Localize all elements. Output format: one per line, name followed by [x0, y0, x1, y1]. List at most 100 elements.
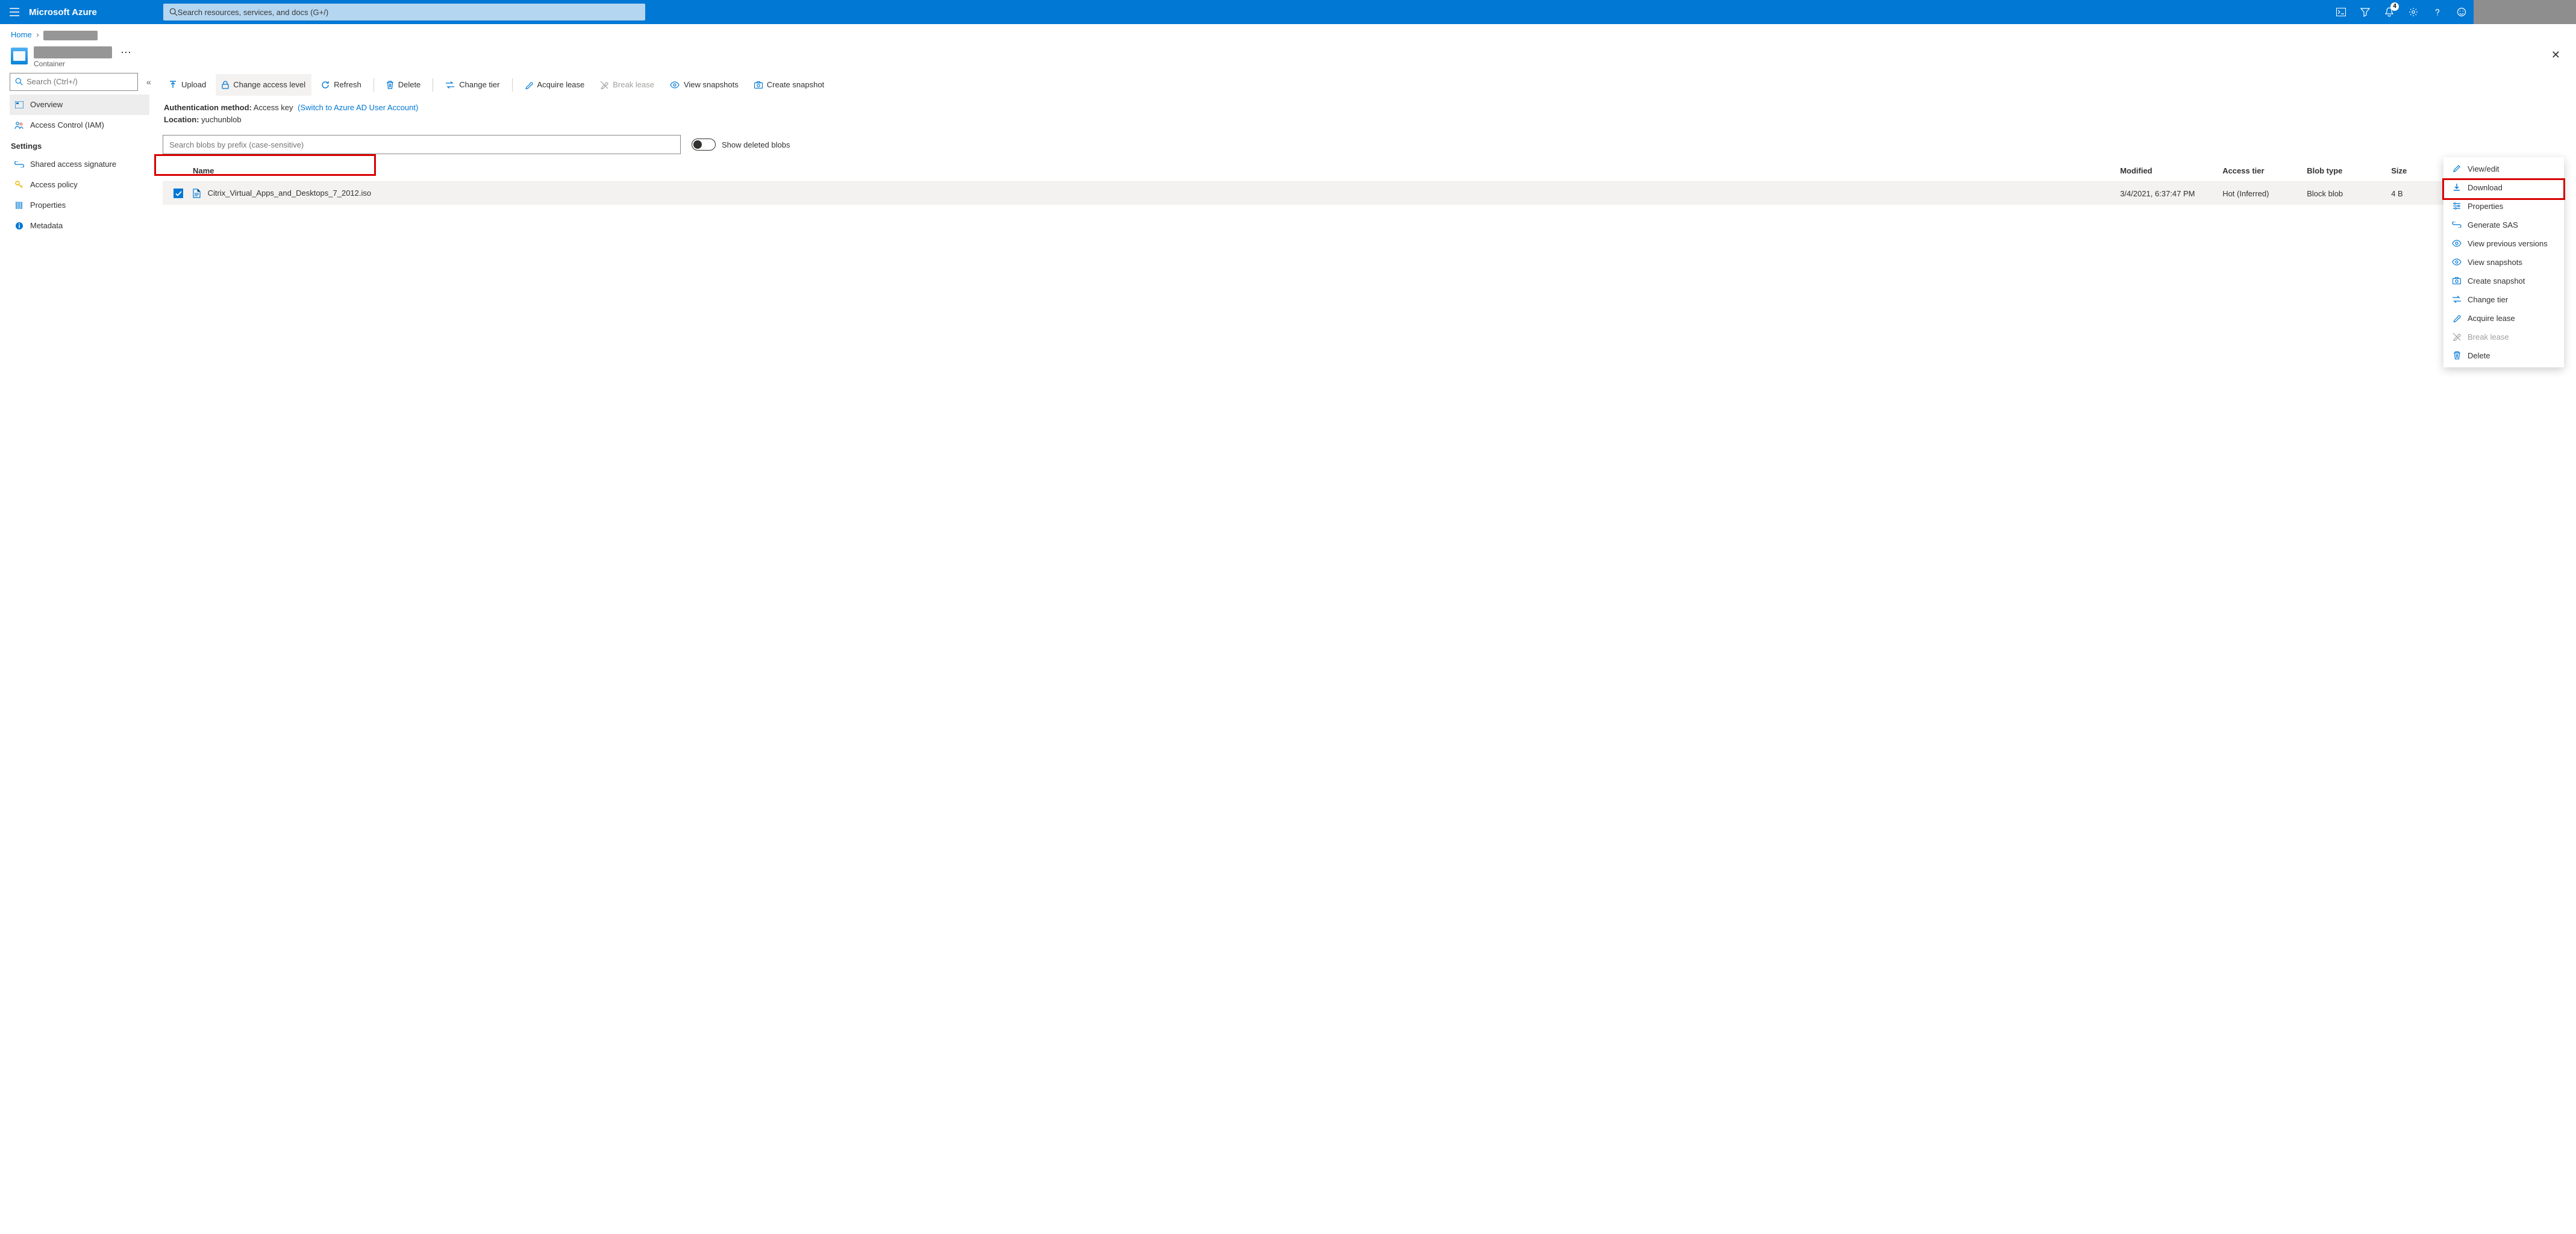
link-icon	[2452, 222, 2462, 228]
hamburger-menu-icon[interactable]	[0, 0, 29, 24]
ctx-break-lease: Break lease	[2443, 328, 2564, 346]
search-icon	[15, 78, 23, 86]
edit-icon	[2452, 164, 2462, 173]
sidebar-label: Shared access signature	[30, 160, 116, 169]
sidebar: « Overview Access Control (IAM) Settings…	[0, 73, 157, 236]
ctx-view-snapshots[interactable]: View snapshots	[2443, 253, 2564, 272]
sidebar-item-overview[interactable]: Overview	[10, 95, 149, 115]
blob-table: Name Modified Access tier Blob type Size…	[163, 160, 2564, 205]
upload-icon	[169, 81, 177, 89]
blob-type: Block blob	[2302, 182, 2386, 205]
global-search-input[interactable]	[178, 8, 639, 17]
container-icon	[11, 48, 28, 64]
sidebar-search-input[interactable]	[27, 77, 133, 86]
page-header: Container ⋯ ✕	[0, 43, 2576, 73]
snapshot-icon	[754, 81, 763, 89]
ctx-view-edit[interactable]: View/edit	[2443, 160, 2564, 178]
trash-icon	[2452, 351, 2462, 360]
lease-icon	[2452, 314, 2462, 322]
trash-icon	[386, 81, 394, 89]
blob-modified: 3/4/2021, 6:37:47 PM	[2115, 182, 2218, 205]
snapshot-icon	[2452, 277, 2462, 284]
main-content: Upload Change access level Refresh Delet…	[157, 73, 2576, 236]
sidebar-label: Access Control (IAM)	[30, 120, 104, 129]
notifications-icon[interactable]: 4	[2377, 0, 2401, 24]
cmd-delete[interactable]: Delete	[380, 74, 427, 96]
col-name[interactable]: Name	[188, 160, 2115, 182]
properties-icon	[14, 201, 24, 210]
break-lease-icon	[600, 81, 608, 89]
sidebar-label: Metadata	[30, 221, 63, 230]
cmd-view-snapshots[interactable]: View snapshots	[664, 74, 745, 96]
page-title-redacted	[34, 46, 112, 58]
page-subtitle: Container	[34, 60, 112, 68]
cmd-change-tier[interactable]: Change tier	[439, 74, 505, 96]
ctx-view-previous[interactable]: View previous versions	[2443, 234, 2564, 253]
sidebar-label: Access policy	[30, 180, 78, 189]
blob-name[interactable]: Citrix_Virtual_Apps_and_Desktops_7_2012.…	[208, 189, 372, 198]
lock-icon	[222, 81, 229, 89]
blob-prefix-input[interactable]	[169, 140, 674, 149]
sidebar-item-iam[interactable]: Access Control (IAM)	[10, 115, 149, 136]
sliders-icon	[2452, 202, 2462, 210]
blob-access-tier: Hot (Inferred)	[2218, 182, 2302, 205]
account-area[interactable]	[2474, 0, 2576, 24]
col-modified[interactable]: Modified	[2115, 160, 2218, 182]
cloud-shell-icon[interactable]	[2329, 0, 2353, 24]
show-deleted-toggle[interactable]	[692, 139, 716, 151]
sidebar-search[interactable]	[10, 73, 138, 91]
sidebar-label: Overview	[30, 100, 63, 109]
cmd-refresh[interactable]: Refresh	[315, 74, 367, 96]
file-icon	[193, 189, 201, 198]
search-icon	[169, 8, 178, 16]
close-blade-button[interactable]: ✕	[2546, 46, 2565, 64]
cmd-acquire-lease[interactable]: Acquire lease	[519, 74, 591, 96]
collapse-sidebar-icon[interactable]: «	[146, 77, 151, 87]
feedback-icon[interactable]	[2449, 0, 2474, 24]
ctx-acquire-lease[interactable]: Acquire lease	[2443, 309, 2564, 328]
cmd-create-snapshot[interactable]: Create snapshot	[748, 74, 830, 96]
col-blob-type[interactable]: Blob type	[2302, 160, 2386, 182]
auth-method-label: Authentication method:	[164, 103, 252, 112]
location-value: yuchunblob	[201, 115, 242, 124]
azure-topbar: Microsoft Azure 4	[0, 0, 2576, 24]
swap-icon	[2452, 296, 2462, 303]
ctx-generate-sas[interactable]: Generate SAS	[2443, 216, 2564, 234]
sidebar-item-properties[interactable]: Properties	[10, 195, 149, 216]
cmd-change-access-level[interactable]: Change access level	[216, 74, 311, 96]
eye-icon	[2452, 258, 2462, 266]
global-search[interactable]	[163, 4, 645, 20]
ctx-create-snapshot[interactable]: Create snapshot	[2443, 272, 2564, 290]
cmd-upload[interactable]: Upload	[163, 74, 212, 96]
location-label: Location:	[164, 115, 199, 124]
refresh-icon	[321, 81, 330, 89]
blob-prefix-search[interactable]	[163, 135, 681, 154]
more-actions-icon[interactable]: ⋯	[120, 46, 131, 59]
sidebar-item-policy[interactable]: Access policy	[10, 175, 149, 195]
break-lease-icon	[2452, 332, 2462, 341]
auth-info: Authentication method: Access key (Switc…	[163, 97, 2564, 132]
sidebar-heading-settings: Settings	[10, 136, 149, 154]
ctx-delete[interactable]: Delete	[2443, 346, 2564, 365]
sidebar-item-metadata[interactable]: Metadata	[10, 216, 149, 236]
separator	[512, 78, 513, 92]
col-access-tier[interactable]: Access tier	[2218, 160, 2302, 182]
settings-gear-icon[interactable]	[2401, 0, 2425, 24]
switch-auth-link[interactable]: (Switch to Azure AD User Account)	[298, 103, 418, 112]
ctx-change-tier[interactable]: Change tier	[2443, 290, 2564, 309]
help-icon[interactable]	[2425, 0, 2449, 24]
command-bar: Upload Change access level Refresh Delet…	[163, 73, 2564, 97]
sidebar-item-sas[interactable]: Shared access signature	[10, 154, 149, 175]
directory-filter-icon[interactable]	[2353, 0, 2377, 24]
cmd-break-lease: Break lease	[594, 74, 660, 96]
lease-icon	[525, 81, 533, 89]
eye-icon	[2452, 240, 2462, 247]
row-checkbox[interactable]	[174, 189, 183, 198]
table-row[interactable]: Citrix_Virtual_Apps_and_Desktops_7_2012.…	[163, 182, 2564, 205]
sidebar-label: Properties	[30, 201, 66, 210]
breadcrumb-home[interactable]: Home	[11, 30, 32, 39]
annotation-highlight-download	[2442, 178, 2565, 200]
breadcrumb-item-redacted[interactable]	[43, 31, 98, 40]
breadcrumb: Home ›	[0, 24, 2576, 43]
auth-method-value: Access key	[254, 103, 293, 112]
